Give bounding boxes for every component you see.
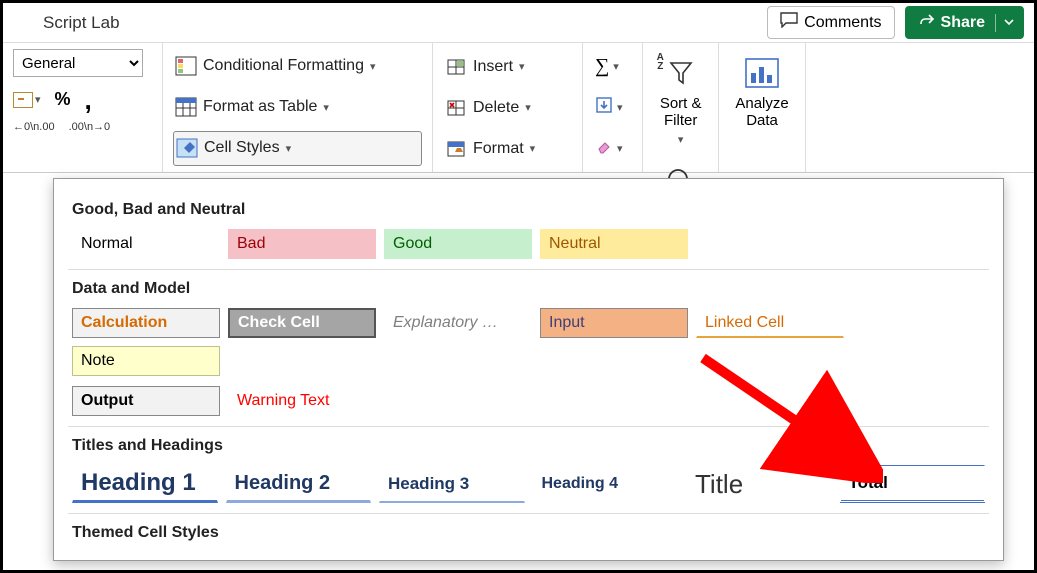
style-check-cell[interactable]: Check Cell [228, 308, 376, 338]
format-cells-icon [445, 139, 467, 159]
style-total[interactable]: Total [840, 465, 986, 503]
comma-format-button[interactable]: , [85, 95, 92, 105]
fill-down-icon [595, 96, 613, 119]
style-heading-2[interactable]: Heading 2 [226, 465, 372, 503]
share-label: Share [941, 14, 985, 32]
style-normal[interactable]: Normal [72, 229, 220, 259]
chevron-down-icon: ▾ [617, 101, 623, 114]
autosum-button[interactable]: ∑ ▾ [593, 49, 632, 84]
sort-filter-button[interactable]: AZ Sort & Filter ▾ [653, 51, 708, 150]
ribbon-tab-scriptlab[interactable]: Script Lab [43, 13, 120, 33]
chevron-down-icon: ▾ [525, 101, 531, 114]
format-cells-button[interactable]: Format ▾ [443, 131, 572, 166]
insert-cells-button[interactable]: Insert ▾ [443, 49, 572, 84]
style-bad[interactable]: Bad [228, 229, 376, 259]
format-as-table-button[interactable]: Format as Table ▾ [173, 90, 422, 125]
chevron-down-icon: ▾ [613, 60, 619, 73]
sigma-icon: ∑ [595, 55, 609, 78]
chevron-down-icon: ▾ [35, 93, 41, 106]
chevron-down-icon: ▾ [617, 142, 623, 155]
cell-styles-dropdown: Good, Bad and Neutral Normal Bad Good Ne… [53, 178, 1004, 561]
section-data-model: Data and Model [72, 280, 985, 298]
chevron-down-icon: ▾ [530, 142, 536, 155]
decrease-decimal-button[interactable]: .00\n→0 [69, 122, 111, 133]
chevron-down-icon: ▾ [519, 60, 525, 73]
comments-label: Comments [804, 14, 881, 32]
ribbon: General ▾ % , ←0\n.00 .00\n→0 Conditiona… [3, 43, 1034, 173]
ribbon-group-number: General ▾ % , ←0\n.00 .00\n→0 [3, 43, 163, 172]
section-themed-styles: Themed Cell Styles [72, 524, 985, 542]
chevron-down-icon: ▾ [370, 60, 376, 73]
chevron-down-icon: ▾ [286, 142, 292, 155]
style-heading-3[interactable]: Heading 3 [379, 465, 525, 503]
ribbon-group-analyze: Analyze Data [719, 43, 805, 172]
format-table-icon [175, 97, 197, 117]
ribbon-group-cells: Insert ▾ Delete ▾ Format ▾ [433, 43, 583, 172]
az-icon: AZ [657, 53, 664, 71]
analyze-data-button[interactable]: Analyze Data [729, 51, 794, 133]
insert-cells-icon [445, 57, 467, 77]
style-explanatory[interactable]: Explanatory … [384, 308, 532, 338]
style-heading-1[interactable]: Heading 1 [72, 465, 218, 503]
cell-styles-icon [176, 138, 198, 158]
section-good-bad-neutral: Good, Bad and Neutral [72, 201, 985, 219]
ribbon-group-styles: Conditional Formatting ▾ Format as Table… [163, 43, 433, 172]
conditional-formatting-icon [175, 56, 197, 76]
share-button[interactable]: Share [905, 6, 1024, 39]
accounting-format-button[interactable]: ▾ [13, 92, 41, 108]
style-input[interactable]: Input [540, 308, 688, 338]
style-good[interactable]: Good [384, 229, 532, 259]
chevron-down-icon [995, 14, 1014, 32]
delete-cells-icon [445, 98, 467, 118]
percent-format-button[interactable]: % [55, 89, 71, 110]
titlebar: Script Lab Comments Share [3, 3, 1034, 43]
chevron-down-icon: ▾ [678, 133, 684, 146]
style-linked-cell[interactable]: Linked Cell [696, 308, 844, 338]
style-warning-text[interactable]: Warning Text [228, 386, 376, 416]
analyze-icon [742, 55, 782, 91]
increase-decimal-button[interactable]: ←0\n.00 [13, 122, 55, 133]
ribbon-group-sort-find: AZ Sort & Filter ▾ Find & Select ▾ [643, 43, 719, 172]
number-format-select[interactable]: General [13, 49, 143, 77]
chevron-down-icon: ▾ [323, 101, 329, 114]
style-title[interactable]: Title [686, 465, 832, 503]
conditional-formatting-button[interactable]: Conditional Formatting ▾ [173, 49, 422, 84]
style-heading-4[interactable]: Heading 4 [533, 465, 679, 503]
comments-button[interactable]: Comments [767, 6, 894, 39]
style-neutral[interactable]: Neutral [540, 229, 688, 259]
style-calculation[interactable]: Calculation [72, 308, 220, 338]
style-output[interactable]: Output [72, 386, 220, 416]
clear-button[interactable]: ▾ [593, 131, 632, 166]
style-note[interactable]: Note [72, 346, 220, 376]
accounting-icon [13, 92, 33, 108]
ribbon-group-editing-icons: ∑ ▾ ▾ ▾ [583, 43, 643, 172]
cell-styles-button[interactable]: Cell Styles ▾ [173, 131, 422, 166]
section-titles-headings: Titles and Headings [72, 437, 985, 455]
funnel-icon [663, 55, 699, 91]
comment-icon [780, 12, 798, 33]
fill-button[interactable]: ▾ [593, 90, 632, 125]
eraser-icon [595, 137, 613, 160]
share-icon [919, 12, 935, 33]
delete-cells-button[interactable]: Delete ▾ [443, 90, 572, 125]
